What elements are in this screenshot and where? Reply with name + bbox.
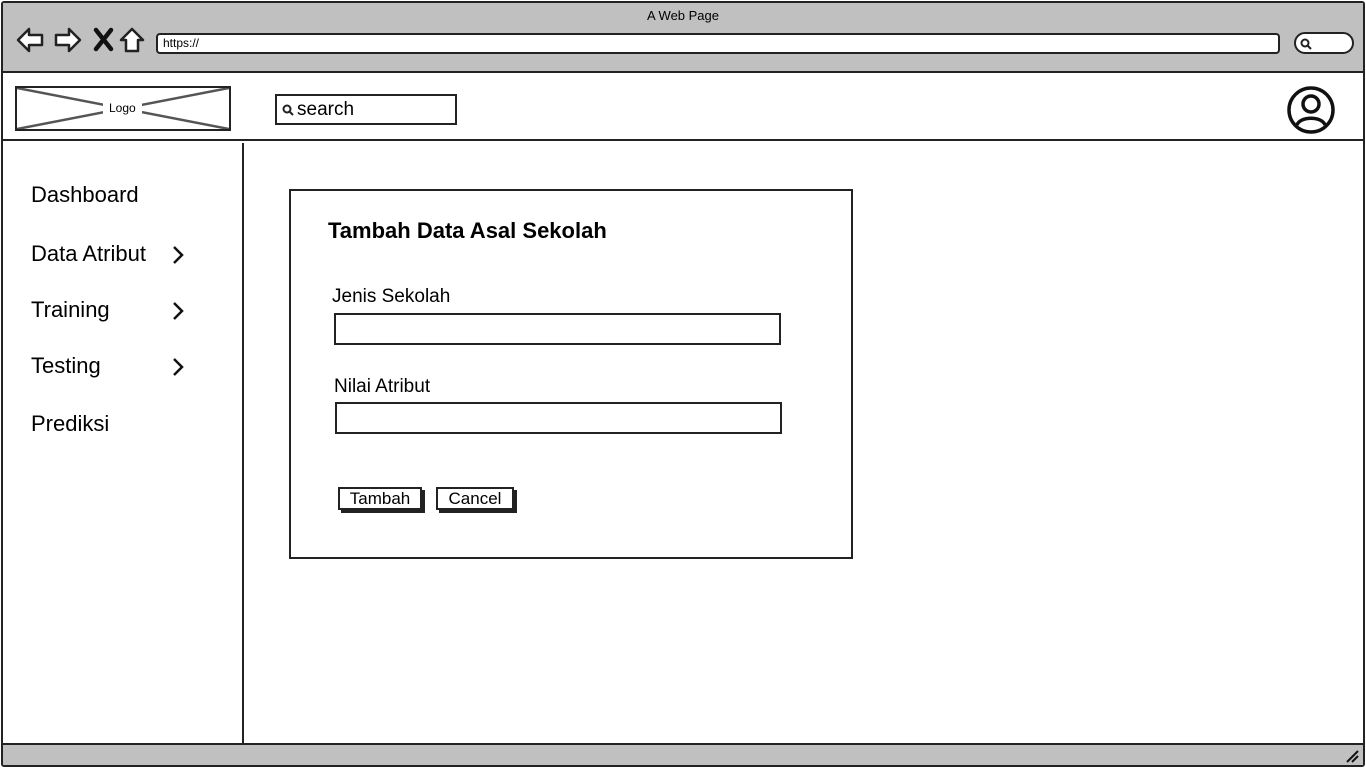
sidebar-item-testing[interactable]: Testing [31, 349, 201, 383]
user-circle-icon[interactable] [1286, 85, 1336, 135]
chevron-right-icon [173, 358, 184, 376]
chevron-right-icon [173, 302, 184, 320]
home-icon[interactable] [117, 25, 147, 55]
window-title: A Web Page [646, 8, 720, 23]
sidebar-item-dashboard[interactable]: Dashboard [31, 178, 201, 212]
field-label-nilai-atribut: Nilai Atribut [334, 376, 431, 397]
browser-search-field[interactable] [1294, 32, 1354, 54]
search-icon [282, 104, 294, 116]
back-arrow-icon[interactable] [15, 25, 45, 55]
browser-chrome: A Web Page https:// [3, 3, 1363, 73]
sidebar-item-label: Training [31, 297, 110, 322]
resize-grip-icon[interactable] [1345, 749, 1359, 763]
search-input[interactable] [297, 98, 452, 122]
sidebar-item-label: Testing [31, 353, 101, 378]
chevron-right-icon [173, 246, 184, 264]
cancel-button[interactable]: Cancel [436, 487, 514, 510]
tambah-button[interactable]: Tambah [338, 487, 422, 510]
form-title: Tambah Data Asal Sekolah [328, 218, 607, 243]
sidebar-item-label: Prediksi [31, 411, 110, 436]
sidebar-item-data-atribut[interactable]: Data Atribut [31, 237, 201, 271]
sidebar-item-training[interactable]: Training [31, 293, 201, 327]
logo-label: Logo [103, 97, 142, 119]
close-icon[interactable] [89, 25, 119, 55]
nilai-atribut-input[interactable] [335, 402, 782, 434]
sidebar-item-prediksi[interactable]: Prediksi [31, 407, 201, 441]
jenis-sekolah-input[interactable] [334, 313, 781, 345]
sidebar-nav: Dashboard Data Atribut Training Testing … [3, 143, 244, 743]
url-bar[interactable]: https:// [156, 33, 1280, 54]
forward-arrow-icon[interactable] [53, 25, 83, 55]
app-header: Logo [3, 75, 1363, 141]
sidebar-item-label: Data Atribut [31, 241, 146, 266]
search-icon [1300, 38, 1312, 50]
logo-placeholder[interactable]: Logo [15, 86, 231, 131]
browser-window: A Web Page https:// Logo search Dashboar… [1, 1, 1365, 767]
field-label-jenis-sekolah: Jenis Sekolah [332, 286, 451, 307]
add-data-form: Tambah Data Asal Sekolah Jenis Sekolah N… [289, 189, 853, 559]
search-field[interactable] [275, 94, 457, 125]
status-bar [3, 743, 1363, 765]
sidebar-item-label: Dashboard [31, 182, 139, 207]
